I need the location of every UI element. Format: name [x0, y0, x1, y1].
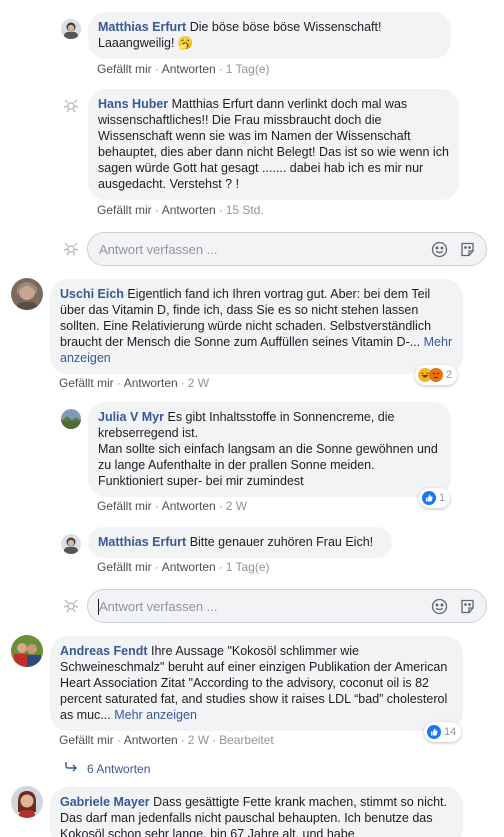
reply-link[interactable]: Antworten	[124, 733, 178, 747]
comment-actions: Gefällt mir · Antworten · 2 W	[59, 376, 210, 390]
timestamp[interactable]: 2 W	[188, 733, 209, 747]
comment-text-continued: Man sollte sich einfach langsam an die S…	[98, 442, 438, 488]
reply-link[interactable]: Antworten	[162, 62, 216, 76]
reply-link[interactable]: Antworten	[124, 376, 178, 390]
comment-text: Bitte genauer zuhören Frau Eich!	[189, 535, 374, 549]
avatar[interactable]	[61, 409, 81, 429]
see-more-link[interactable]: Mehr anzeigen	[114, 708, 197, 722]
reaction-count: 14	[444, 726, 457, 738]
reaction-badge[interactable]: 14	[424, 722, 462, 742]
reply-input[interactable]: Antwort verfassen ...	[87, 232, 487, 266]
reply-link[interactable]: Antworten	[162, 560, 216, 574]
comment-bubble: Matthias Erfurt Bitte genauer zuhören Fr…	[88, 527, 392, 558]
timestamp[interactable]: 2 W	[188, 376, 209, 390]
reaction-badge[interactable]: 2	[415, 365, 458, 385]
author-name[interactable]: Matthias Erfurt	[98, 20, 186, 34]
like-link[interactable]: Gefällt mir	[59, 376, 114, 390]
timestamp[interactable]: 1 Tag(e)	[226, 62, 270, 76]
avatar[interactable]	[11, 278, 43, 310]
author-name[interactable]: Julia V Myr	[98, 410, 164, 424]
reaction-badge[interactable]: 1	[419, 488, 451, 508]
timestamp[interactable]: 15 Std.	[226, 203, 264, 217]
comment-bubble: Andreas Fendt Ihre Aussage "Kokosöl schl…	[50, 636, 463, 731]
avatar[interactable]	[11, 635, 43, 667]
like-link[interactable]: Gefällt mir	[97, 203, 152, 217]
comment-actions: Gefällt mir · Antworten · 15 Std.	[97, 203, 264, 217]
reply-arrow-icon	[64, 761, 78, 776]
sticker-icon[interactable]	[459, 241, 476, 258]
reaction-count: 2	[446, 369, 453, 381]
sticker-icon[interactable]	[459, 598, 476, 615]
avatar	[61, 239, 81, 259]
view-replies-label: 6 Antworten	[87, 762, 151, 776]
reply-link[interactable]: Antworten	[162, 499, 216, 513]
comment-bubble: Julia V Myr Es gibt Inhaltsstoffe in Son…	[88, 402, 451, 497]
view-replies-link[interactable]: 6 Antworten	[64, 761, 150, 776]
author-name[interactable]: Andreas Fendt	[60, 644, 148, 658]
reply-link[interactable]: Antworten	[162, 203, 216, 217]
like-link[interactable]: Gefällt mir	[97, 560, 152, 574]
like-link[interactable]: Gefällt mir	[97, 62, 152, 76]
author-name[interactable]: Matthias Erfurt	[98, 535, 186, 549]
like-reaction-icon	[422, 491, 436, 505]
reaction-count: 1	[439, 492, 446, 504]
comment-actions: Gefällt mir · Antworten · 2 W	[97, 499, 248, 513]
comment-actions: Gefällt mir · Antworten · 1 Tag(e)	[97, 62, 270, 76]
reply-input-placeholder: Antwort verfassen ...	[99, 599, 218, 614]
edited-label: Bearbeitet	[219, 733, 274, 747]
avatar	[61, 596, 81, 616]
author-name[interactable]: Hans Huber	[98, 97, 168, 111]
timestamp[interactable]: 1 Tag(e)	[226, 560, 270, 574]
comment-text: Matthias Erfurt dann verlinkt doch mal w…	[98, 97, 449, 191]
comment-bubble: Uschi Eich Eigentlich fand ich Ihren vor…	[50, 279, 463, 374]
comment-bubble: Hans Huber Matthias Erfurt dann verlinkt…	[88, 89, 459, 200]
comment-actions: Gefällt mir · Antworten · 1 Tag(e)	[97, 560, 270, 574]
reply-input[interactable]: Antwort verfassen ...	[87, 589, 487, 623]
author-name[interactable]: Gabriele Mayer	[60, 795, 150, 809]
avatar[interactable]	[61, 19, 81, 39]
comment-actions: Gefällt mir · Antworten · 2 W · Bearbeitet	[59, 733, 274, 747]
emoji-icon[interactable]	[431, 598, 448, 615]
emoji-icon[interactable]	[431, 241, 448, 258]
like-reaction-icon	[427, 725, 441, 739]
avatar[interactable]	[11, 786, 43, 818]
like-link[interactable]: Gefällt mir	[97, 499, 152, 513]
comment-bubble: Gabriele Mayer Dass gesättigte Fette kra…	[50, 787, 463, 837]
like-link[interactable]: Gefällt mir	[59, 733, 114, 747]
avatar[interactable]	[61, 96, 81, 116]
timestamp[interactable]: 2 W	[226, 499, 247, 513]
author-name[interactable]: Uschi Eich	[60, 287, 124, 301]
avatar[interactable]	[61, 534, 81, 554]
comment-bubble: Matthias Erfurt Die böse böse böse Wisse…	[88, 12, 451, 59]
reply-input-placeholder: Antwort verfassen ...	[99, 242, 218, 257]
angry-reaction-icon	[429, 368, 443, 382]
